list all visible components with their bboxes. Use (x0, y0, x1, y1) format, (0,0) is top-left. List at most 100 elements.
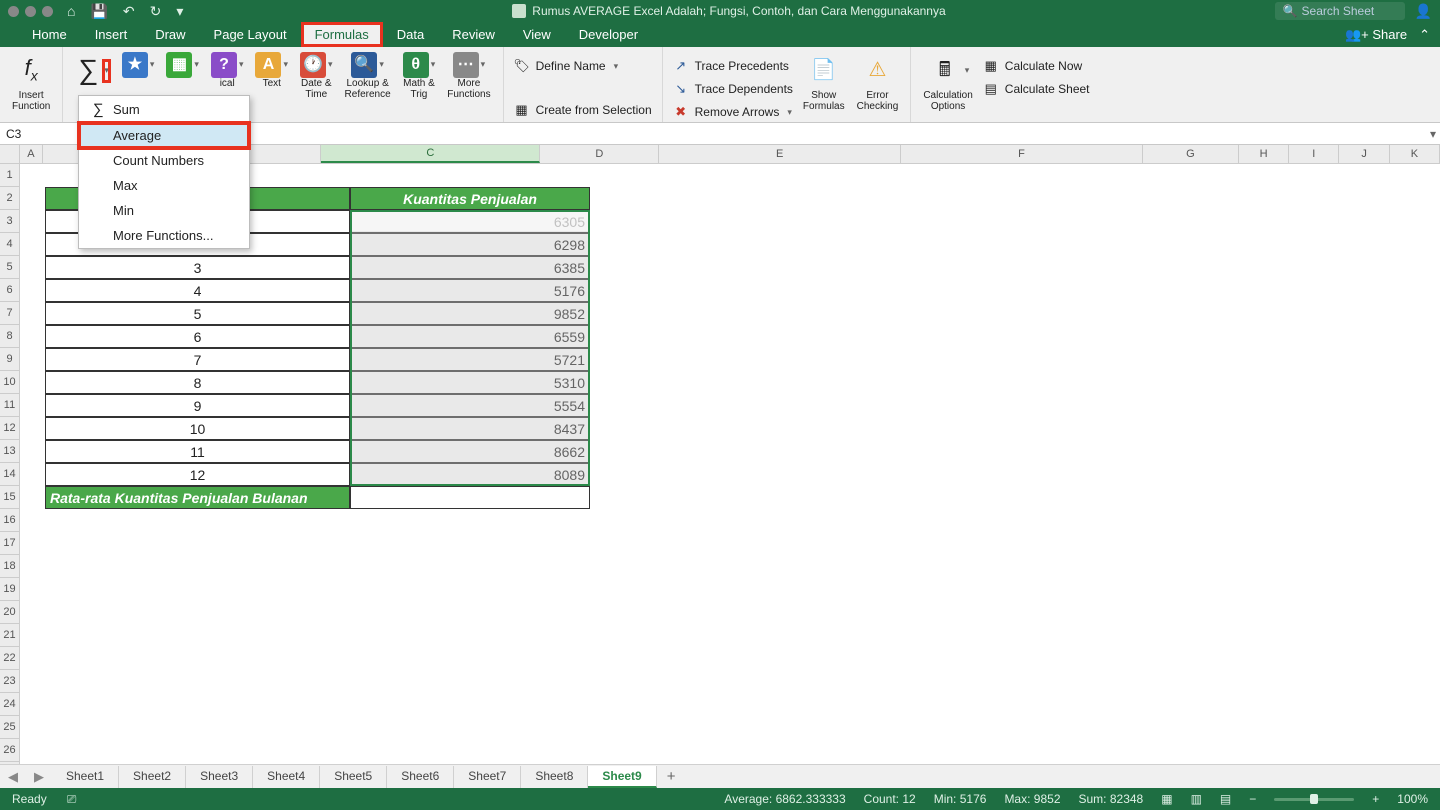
error-checking-button[interactable]: ⚠Error Checking (851, 50, 905, 114)
recently-used-button[interactable]: ★▾ (116, 50, 161, 80)
col-header-I[interactable]: I (1289, 145, 1339, 163)
col-header-D[interactable]: D (540, 145, 659, 163)
cell-B13[interactable]: 11 (45, 440, 350, 463)
row-header-2[interactable]: 2 (0, 187, 19, 210)
home-icon[interactable]: ⌂ (67, 3, 75, 19)
view-page-layout-icon[interactable]: ▥ (1191, 792, 1202, 806)
close-window-icon[interactable] (8, 6, 19, 17)
search-sheet-input[interactable]: 🔍 Search Sheet (1275, 2, 1405, 20)
select-all-corner[interactable] (0, 145, 20, 164)
calculate-sheet-button[interactable]: ▤Calculate Sheet (979, 79, 1094, 99)
row-header-18[interactable]: 18 (0, 555, 19, 578)
row-header-6[interactable]: 6 (0, 279, 19, 302)
row-header-19[interactable]: 19 (0, 578, 19, 601)
next-sheet-icon[interactable]: ▶ (26, 769, 52, 785)
cell-C8[interactable]: 6559 (350, 325, 590, 348)
undo-icon[interactable]: ↶ (123, 3, 135, 20)
sheet-tab-sheet3[interactable]: Sheet3 (186, 766, 253, 788)
insert-function-button[interactable]: fx Insert Function (6, 50, 56, 114)
share-button[interactable]: 👥+ Share (1345, 27, 1407, 43)
sheet-tab-sheet1[interactable]: Sheet1 (52, 766, 119, 788)
col-header-C[interactable]: C (321, 145, 540, 163)
row-header-9[interactable]: 9 (0, 348, 19, 371)
redo-icon[interactable]: ↻ (150, 3, 162, 20)
row-header-13[interactable]: 13 (0, 440, 19, 463)
cell-B8[interactable]: 6 (45, 325, 350, 348)
logical-button[interactable]: ?▾ical (205, 50, 250, 91)
col-header-H[interactable]: H (1239, 145, 1289, 163)
cell-B7[interactable]: 5 (45, 302, 350, 325)
row-header-11[interactable]: 11 (0, 394, 19, 417)
tab-page-layout[interactable]: Page Layout (200, 22, 301, 47)
row-header-16[interactable]: 16 (0, 509, 19, 532)
menu-average[interactable]: Average (79, 123, 249, 148)
cell-B11[interactable]: 9 (45, 394, 350, 417)
cell-B9[interactable]: 7 (45, 348, 350, 371)
tab-formulas[interactable]: Formulas (301, 22, 383, 47)
define-name-button[interactable]: 🏷Define Name▾ (510, 56, 656, 76)
add-sheet-button[interactable]: + (657, 768, 686, 785)
cell-B15[interactable]: Rata-rata Kuantitas Penjualan Bulanan (45, 486, 350, 509)
row-header-17[interactable]: 17 (0, 532, 19, 555)
minimize-window-icon[interactable] (25, 6, 36, 17)
formula-input[interactable]: ▾ (78, 123, 1440, 144)
date-time-button[interactable]: 🕐▾Date & Time (294, 50, 339, 102)
user-icon[interactable]: 👤 (1415, 3, 1432, 20)
row-header-3[interactable]: 3 (0, 210, 19, 233)
create-from-selection-button[interactable]: ▦Create from Selection (510, 100, 656, 120)
menu-count-numbers[interactable]: Count Numbers (79, 148, 249, 173)
row-header-1[interactable]: 1 (0, 164, 19, 187)
cell-C7[interactable]: 9852 (350, 302, 590, 325)
menu-max[interactable]: Max (79, 173, 249, 198)
cell-C10[interactable]: 5310 (350, 371, 590, 394)
zoom-level[interactable]: 100% (1397, 792, 1428, 806)
view-normal-icon[interactable]: ▦ (1161, 792, 1172, 806)
cell-C4[interactable]: 6298 (350, 233, 590, 256)
row-header-24[interactable]: 24 (0, 693, 19, 716)
row-header-20[interactable]: 20 (0, 601, 19, 624)
qat-dropdown-icon[interactable]: ▾ (176, 3, 183, 20)
cell-B5[interactable]: 3 (45, 256, 350, 279)
lookup-reference-button[interactable]: 🔍▾Lookup & Reference (339, 50, 397, 102)
cell-B14[interactable]: 12 (45, 463, 350, 486)
tab-view[interactable]: View (509, 22, 565, 47)
trace-precedents-button[interactable]: ↗Trace Precedents (669, 56, 797, 76)
tab-review[interactable]: Review (438, 22, 509, 47)
tab-draw[interactable]: Draw (141, 22, 199, 47)
cell-C15[interactable] (350, 486, 590, 509)
zoom-in-icon[interactable]: + (1372, 792, 1379, 806)
autosum-dropdown-icon[interactable]: ▾ (103, 60, 110, 82)
row-header-5[interactable]: 5 (0, 256, 19, 279)
row-header-23[interactable]: 23 (0, 670, 19, 693)
cell-B6[interactable]: 4 (45, 279, 350, 302)
more-functions-button[interactable]: ⋯▾More Functions (441, 50, 496, 102)
cell-B12[interactable]: 10 (45, 417, 350, 440)
macro-icon[interactable]: ⎚ (67, 792, 77, 807)
col-header-A[interactable]: A (20, 145, 43, 163)
cell-B10[interactable]: 8 (45, 371, 350, 394)
col-header-F[interactable]: F (901, 145, 1143, 163)
expand-formula-icon[interactable]: ▾ (1430, 127, 1436, 141)
sheet-tab-sheet4[interactable]: Sheet4 (253, 766, 320, 788)
collapse-ribbon-icon[interactable]: ⌃ (1419, 27, 1430, 43)
row-header-12[interactable]: 12 (0, 417, 19, 440)
cell-C14[interactable]: 8089 (350, 463, 590, 486)
row-header-21[interactable]: 21 (0, 624, 19, 647)
text-button[interactable]: A▾Text (249, 50, 294, 91)
sheet-tab-sheet6[interactable]: Sheet6 (387, 766, 454, 788)
math-trig-button[interactable]: θ▾Math & Trig (397, 50, 442, 102)
cell-C5[interactable]: 6385 (350, 256, 590, 279)
tab-data[interactable]: Data (383, 22, 438, 47)
row-header-15[interactable]: 15 (0, 486, 19, 509)
row-header-10[interactable]: 10 (0, 371, 19, 394)
financial-button[interactable]: ▦▾ (160, 50, 205, 80)
sheet-tab-sheet5[interactable]: Sheet5 (320, 766, 387, 788)
sheet-tab-sheet2[interactable]: Sheet2 (119, 766, 186, 788)
cell-C12[interactable]: 8437 (350, 417, 590, 440)
cell-C13[interactable]: 8662 (350, 440, 590, 463)
tab-developer[interactable]: Developer (565, 22, 652, 47)
autosum-button[interactable]: ∑ ▾ (69, 50, 116, 92)
row-header-7[interactable]: 7 (0, 302, 19, 325)
remove-arrows-button[interactable]: ✖Remove Arrows▾ (669, 102, 797, 122)
tab-home[interactable]: Home (18, 22, 81, 47)
